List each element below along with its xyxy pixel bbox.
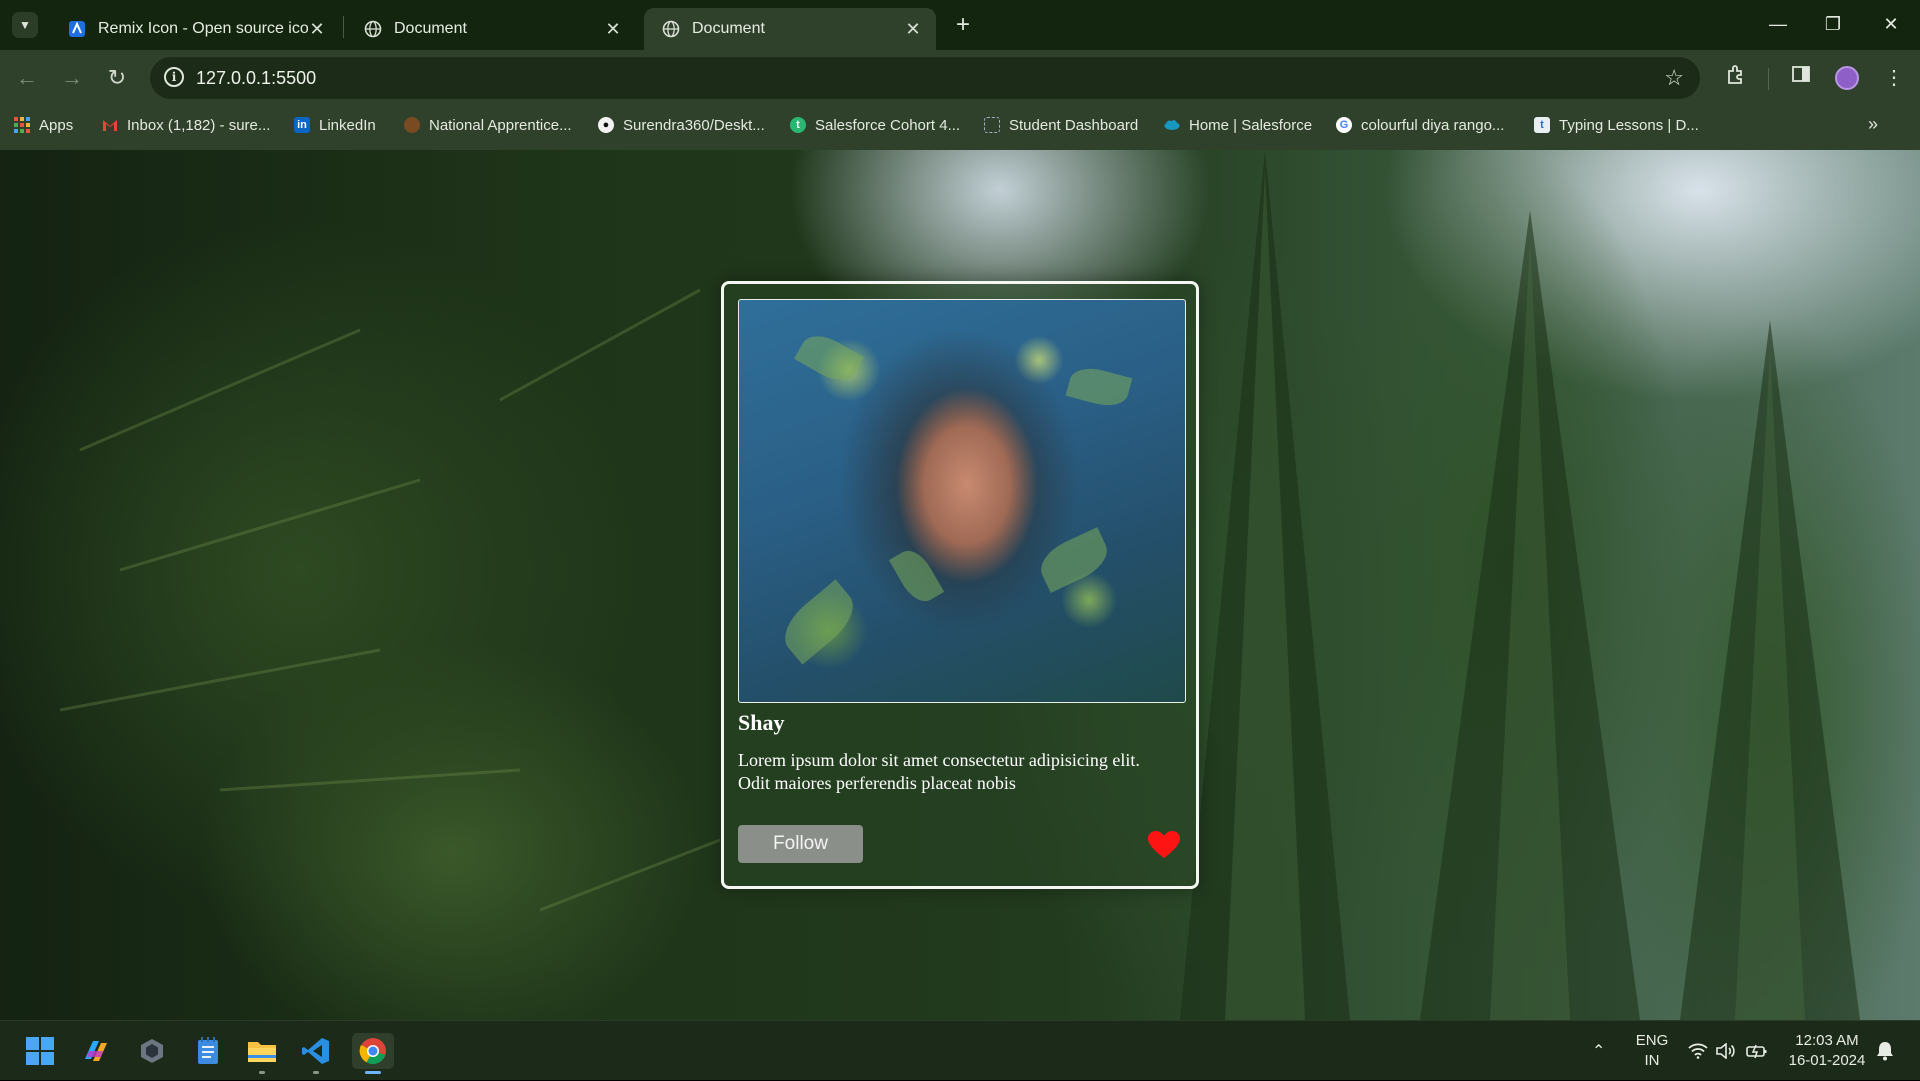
chevron-up-icon[interactable]: ⌃ <box>1592 1021 1605 1081</box>
bookmark-national-apprentice[interactable]: National Apprentice... <box>404 106 572 144</box>
apps-grid-icon <box>14 117 30 133</box>
trailhead-icon: t <box>790 117 806 133</box>
bookmark-linkedin[interactable]: in LinkedIn <box>294 106 376 144</box>
globe-icon <box>662 20 680 38</box>
bookmark-home-salesforce[interactable]: Home | Salesforce <box>1164 106 1312 144</box>
github-icon: ● <box>598 117 614 133</box>
tab-title: Document <box>692 20 765 37</box>
wifi-icon[interactable] <box>1688 1021 1708 1081</box>
bookmark-student-dashboard[interactable]: Student Dashboard <box>984 106 1138 144</box>
tab-remix-icon[interactable]: Remix Icon - Open source icon l ✕ <box>50 8 340 50</box>
leaf-shape <box>794 327 864 389</box>
browser-toolbar: ← → ↻ i 127.0.0.1:5500 ☆ ⋮ <box>0 50 1920 106</box>
window-close-button[interactable]: ✕ <box>1868 8 1914 40</box>
bookmark-label: Home | Salesforce <box>1189 116 1313 134</box>
bookmark-star-icon[interactable]: ☆ <box>1664 57 1684 99</box>
google-icon: G <box>1336 117 1352 133</box>
bookmark-apps[interactable]: Apps <box>14 106 73 144</box>
tab-title: Document <box>394 20 467 37</box>
bookmarks-bar: Apps Inbox (1,182) - sure... in LinkedIn… <box>0 106 1920 150</box>
running-indicator <box>365 1071 381 1074</box>
toolbar-divider <box>1768 68 1769 90</box>
volume-icon[interactable] <box>1716 1021 1736 1081</box>
copilot-icon[interactable] <box>78 1033 114 1069</box>
vscode-icon[interactable] <box>298 1033 334 1074</box>
leaf-shape <box>888 544 945 608</box>
profile-card: Shay Lorem ipsum dolor sit amet consecte… <box>721 281 1199 889</box>
follow-button[interactable]: Follow <box>738 825 863 863</box>
reload-icon[interactable]: ↻ <box>101 62 133 94</box>
back-icon[interactable]: ← <box>11 62 43 94</box>
bookmark-label: Surendra360/Deskt... <box>623 116 765 134</box>
widgets-icon[interactable] <box>134 1033 170 1069</box>
dashboard-icon <box>984 117 1000 133</box>
bookmark-label: Inbox (1,182) - sure... <box>127 116 271 134</box>
heart-icon[interactable] <box>1148 831 1180 859</box>
profile-description: Lorem ipsum dolor sit amet consectetur a… <box>738 750 1140 793</box>
close-icon[interactable]: ✕ <box>904 19 922 40</box>
chevron-double-right-icon[interactable]: » <box>1868 114 1878 135</box>
tab-divider <box>343 16 344 38</box>
leaf-shape <box>774 579 864 665</box>
page-background: Shay Lorem ipsum dolor sit amet consecte… <box>0 150 1920 1020</box>
apprentice-icon <box>404 117 420 133</box>
gmail-icon <box>102 117 118 133</box>
tab-bar: ▼ Remix Icon - Open source icon l ✕ Docu… <box>0 0 1920 50</box>
leaf-shape <box>1065 362 1133 412</box>
bookmark-salesforce-cohort[interactable]: t Salesforce Cohort 4... <box>790 106 960 144</box>
tab-search-icon[interactable]: ▼ <box>12 12 38 38</box>
restore-button[interactable]: ❐ <box>1810 8 1856 40</box>
linkedin-icon: in <box>294 117 310 133</box>
tab-document-active[interactable]: Document ✕ <box>644 8 936 50</box>
bookmark-label: National Apprentice... <box>429 116 572 134</box>
address-bar[interactable]: i 127.0.0.1:5500 ☆ <box>150 57 1700 99</box>
remix-icon-favicon <box>68 20 86 38</box>
bookmark-colourful-diya[interactable]: G colourful diya rango... <box>1336 106 1504 144</box>
region-code: IN <box>1644 1052 1660 1069</box>
url-text[interactable]: 127.0.0.1:5500 <box>196 57 316 99</box>
side-panel-icon[interactable] <box>1787 64 1815 92</box>
forward-icon[interactable]: → <box>56 62 88 94</box>
leaf-shape <box>1033 527 1115 593</box>
bookmark-github[interactable]: ● Surendra360/Deskt... <box>598 106 765 144</box>
salesforce-cloud-icon <box>1164 117 1180 133</box>
notepad-icon[interactable] <box>190 1033 226 1069</box>
clock[interactable]: 12:03 AM 16-01-2024 <box>1782 1031 1872 1071</box>
language-code: ENG <box>1635 1032 1669 1049</box>
clock-date: 16-01-2024 <box>1788 1052 1866 1069</box>
clock-time: 12:03 AM <box>1795 1032 1859 1049</box>
profile-name: Shay <box>738 710 785 735</box>
bookmark-label: Apps <box>39 116 74 134</box>
file-explorer-icon[interactable] <box>244 1033 280 1074</box>
running-indicator <box>313 1071 319 1074</box>
battery-icon[interactable] <box>1746 1021 1768 1081</box>
chrome-icon[interactable] <box>352 1033 394 1074</box>
tab-title: Remix Icon - Open source icon l <box>98 20 308 37</box>
globe-icon <box>364 20 382 38</box>
close-icon[interactable]: ✕ <box>308 19 326 40</box>
language-indicator[interactable]: ENG IN <box>1632 1031 1672 1071</box>
bookmark-label: colourful diya rango... <box>1361 116 1505 134</box>
bookmark-label: Typing Lessons | D... <box>1559 116 1699 134</box>
menu-kebab-icon[interactable]: ⋮ <box>1880 64 1908 92</box>
start-icon[interactable] <box>22 1033 58 1069</box>
bookmark-label: Salesforce Cohort 4... <box>815 116 961 134</box>
bookmark-label: Student Dashboard <box>1009 116 1139 134</box>
portrait-photo <box>738 299 1186 703</box>
profile-avatar[interactable] <box>1835 66 1859 90</box>
bookmark-gmail[interactable]: Inbox (1,182) - sure... <box>102 106 270 144</box>
bookmark-typing-lessons[interactable]: t Typing Lessons | D... <box>1534 106 1699 144</box>
extensions-icon[interactable] <box>1722 64 1750 92</box>
typing-icon: t <box>1534 117 1550 133</box>
minimize-button[interactable]: — <box>1755 8 1801 40</box>
notification-bell-icon[interactable] <box>1876 1021 1894 1081</box>
windows-taskbar: ⌃ ENG IN 12:03 AM 16-01-2024 <box>0 1020 1920 1080</box>
bookmark-label: LinkedIn <box>319 116 376 134</box>
tab-document-1[interactable]: Document ✕ <box>346 8 636 50</box>
close-icon[interactable]: ✕ <box>604 19 622 40</box>
running-indicator <box>259 1071 265 1074</box>
new-tab-button[interactable]: + <box>950 12 976 38</box>
site-info-icon[interactable]: i <box>164 67 184 87</box>
